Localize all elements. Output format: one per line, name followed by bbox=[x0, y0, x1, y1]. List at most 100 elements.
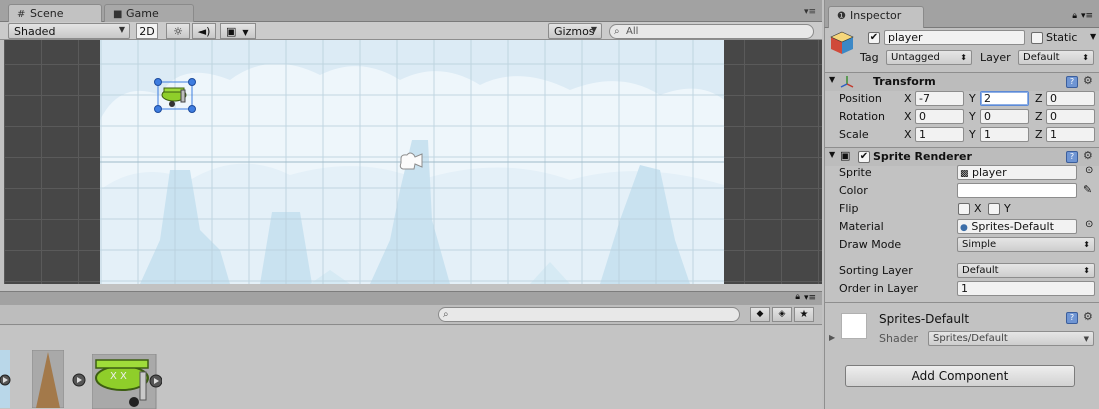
object-name-field[interactable]: player bbox=[884, 30, 1025, 45]
help-icon[interactable]: ? bbox=[1066, 76, 1078, 88]
material-sphere-icon: ● bbox=[960, 223, 968, 233]
foldout-arrow-icon[interactable]: ▼ bbox=[829, 150, 835, 159]
scale-y-label: Y bbox=[969, 128, 976, 141]
gear-icon[interactable]: ⚙ bbox=[1083, 310, 1093, 323]
active-checkbox[interactable]: ✔ bbox=[868, 32, 880, 44]
effects-dropdown[interactable]: ▣ ▼ bbox=[220, 23, 256, 39]
shader-label: Shader bbox=[879, 332, 918, 345]
scale-z-field[interactable]: 1 bbox=[1046, 127, 1095, 142]
help-icon[interactable]: ? bbox=[1066, 151, 1078, 163]
sprite-renderer-enabled-checkbox[interactable]: ✔ bbox=[858, 151, 870, 163]
lock-icon[interactable]: 🔒︎ bbox=[795, 292, 800, 302]
scale-x-field[interactable]: 1 bbox=[915, 127, 964, 142]
draw-mode-dropdown[interactable]: Simple ⬍ bbox=[957, 237, 1095, 252]
inspector-tab-bar: ❶ Inspector 🔒︎ ▾≡ bbox=[824, 0, 1099, 28]
filter-by-label-button[interactable]: ◈ bbox=[772, 307, 792, 322]
gear-icon[interactable]: ⚙ bbox=[1083, 149, 1093, 162]
scene-search-input[interactable]: ⌕ All bbox=[609, 24, 814, 39]
filter-by-type-button[interactable]: ◆ bbox=[750, 307, 770, 322]
layer-dropdown[interactable]: Default ⬍ bbox=[1018, 50, 1094, 65]
panel-menu-icon[interactable]: ▾≡ bbox=[804, 7, 816, 17]
player-sprite[interactable] bbox=[154, 78, 196, 114]
add-component-label: Add Component bbox=[911, 369, 1009, 383]
gizmos-dropdown[interactable]: Gizmos ▼ bbox=[548, 23, 602, 39]
static-checkbox[interactable] bbox=[1031, 32, 1043, 44]
scale-y-field[interactable]: 1 bbox=[980, 127, 1029, 142]
position-y-field[interactable]: 2 bbox=[980, 91, 1029, 106]
flip-row: Flip X Y bbox=[825, 201, 1099, 219]
search-icon: ⌕ bbox=[614, 26, 620, 37]
help-icon[interactable]: ? bbox=[1066, 312, 1078, 324]
panel-menu-icon[interactable]: ▾≡ bbox=[1081, 11, 1093, 21]
expand-asset-icon[interactable] bbox=[72, 373, 86, 387]
panel-menu-icon[interactable]: ▾≡ bbox=[804, 293, 816, 303]
transform-header[interactable]: ▼ Transform ? ⚙ bbox=[825, 72, 1099, 91]
material-preview-swatch bbox=[841, 313, 867, 339]
draw-mode-row: Draw Mode Simple ⬍ bbox=[825, 237, 1099, 255]
sprite-object-field[interactable]: ▩ player bbox=[957, 165, 1077, 180]
sun-icon: ☼ bbox=[173, 25, 183, 38]
foldout-arrow-icon[interactable]: ▼ bbox=[829, 75, 835, 84]
favorite-button[interactable]: ★ bbox=[794, 307, 814, 322]
eyedropper-icon[interactable]: ✎ bbox=[1083, 183, 1092, 196]
sorting-layer-dropdown[interactable]: Default ⬍ bbox=[957, 263, 1095, 278]
shapes-icon: ◆ bbox=[756, 309, 764, 319]
add-component-button[interactable]: Add Component bbox=[845, 365, 1075, 387]
player-asset-thumbnail[interactable]: X X bbox=[92, 354, 162, 409]
asset-thumbnail[interactable] bbox=[0, 350, 14, 408]
project-search-input[interactable]: ⌕ bbox=[438, 307, 740, 322]
image-icon: ▣ bbox=[226, 25, 237, 38]
position-z-label: Z bbox=[1035, 92, 1043, 105]
object-picker-icon[interactable]: ⊙ bbox=[1085, 219, 1093, 230]
chevron-down-icon[interactable]: ▼ bbox=[1090, 32, 1096, 41]
hash-icon: # bbox=[17, 9, 26, 20]
flip-x-checkbox[interactable] bbox=[958, 203, 970, 215]
updown-icon: ⬍ bbox=[1083, 240, 1090, 249]
position-x-field[interactable]: -7 bbox=[915, 91, 964, 106]
scale-y-value: 1 bbox=[984, 128, 991, 141]
color-swatch[interactable] bbox=[957, 183, 1077, 198]
info-icon: ❶ bbox=[837, 11, 846, 22]
shading-mode-label: Shaded bbox=[14, 25, 56, 38]
tab-game[interactable]: ■ Game bbox=[104, 4, 194, 22]
scale-z-value: 1 bbox=[1050, 128, 1057, 141]
scene-view[interactable] bbox=[4, 40, 822, 284]
order-in-layer-field[interactable]: 1 bbox=[957, 281, 1095, 296]
camera-gizmo-icon[interactable] bbox=[398, 151, 426, 173]
rotation-x-field[interactable]: 0 bbox=[915, 109, 964, 124]
gear-icon[interactable]: ⚙ bbox=[1083, 74, 1093, 87]
audio-toggle-button[interactable]: ◄) bbox=[192, 23, 216, 39]
gameobject-cube-icon bbox=[830, 31, 854, 54]
speaker-icon: ◄) bbox=[197, 25, 211, 38]
position-row: Position X -7 Y 2 Z 0 bbox=[825, 90, 1099, 108]
rotation-z-field[interactable]: 0 bbox=[1046, 109, 1095, 124]
sprite-value: player bbox=[972, 166, 1007, 179]
rotation-y-field[interactable]: 0 bbox=[980, 109, 1029, 124]
object-picker-icon[interactable]: ⊙ bbox=[1085, 165, 1093, 176]
chevron-down-icon: ▼ bbox=[590, 25, 597, 34]
lock-icon[interactable]: 🔒︎ bbox=[1072, 11, 1077, 21]
tab-scene[interactable]: # Scene bbox=[8, 4, 102, 23]
position-x-value: -7 bbox=[919, 92, 930, 105]
lighting-toggle-button[interactable]: ☼ bbox=[166, 23, 190, 39]
position-z-field[interactable]: 0 bbox=[1046, 91, 1095, 106]
transform-axes-icon bbox=[840, 76, 854, 88]
tab-inspector[interactable]: ❶ Inspector bbox=[828, 6, 924, 28]
rotation-label: Rotation bbox=[839, 110, 886, 123]
flip-y-checkbox[interactable] bbox=[988, 203, 1000, 215]
shader-dropdown[interactable]: Sprites/Default ▼ bbox=[928, 331, 1094, 346]
mountain-asset-thumbnail[interactable] bbox=[32, 350, 64, 408]
material-object-field[interactable]: ● Sprites-Default bbox=[957, 219, 1077, 234]
sprite-renderer-header[interactable]: ▼ ▣ ✔ Sprite Renderer ? ⚙ bbox=[825, 147, 1099, 166]
sprite-asset-icon: ▩ bbox=[960, 169, 969, 179]
updown-icon: ⬍ bbox=[1082, 53, 1089, 62]
draw-mode-label: Draw Mode bbox=[839, 238, 902, 251]
tag-dropdown[interactable]: Untagged ⬍ bbox=[886, 50, 972, 65]
position-y-label: Y bbox=[969, 92, 976, 105]
2d-toggle-button[interactable]: 2D bbox=[136, 23, 158, 39]
flip-x-label: X bbox=[974, 202, 982, 215]
sorting-layer-row: Sorting Layer Default ⬍ bbox=[825, 263, 1099, 281]
sprite-row: Sprite ▩ player ⊙ bbox=[825, 165, 1099, 183]
shading-mode-dropdown[interactable]: Shaded ▼ bbox=[8, 23, 130, 39]
foldout-arrow-icon[interactable]: ▶ bbox=[829, 333, 835, 342]
